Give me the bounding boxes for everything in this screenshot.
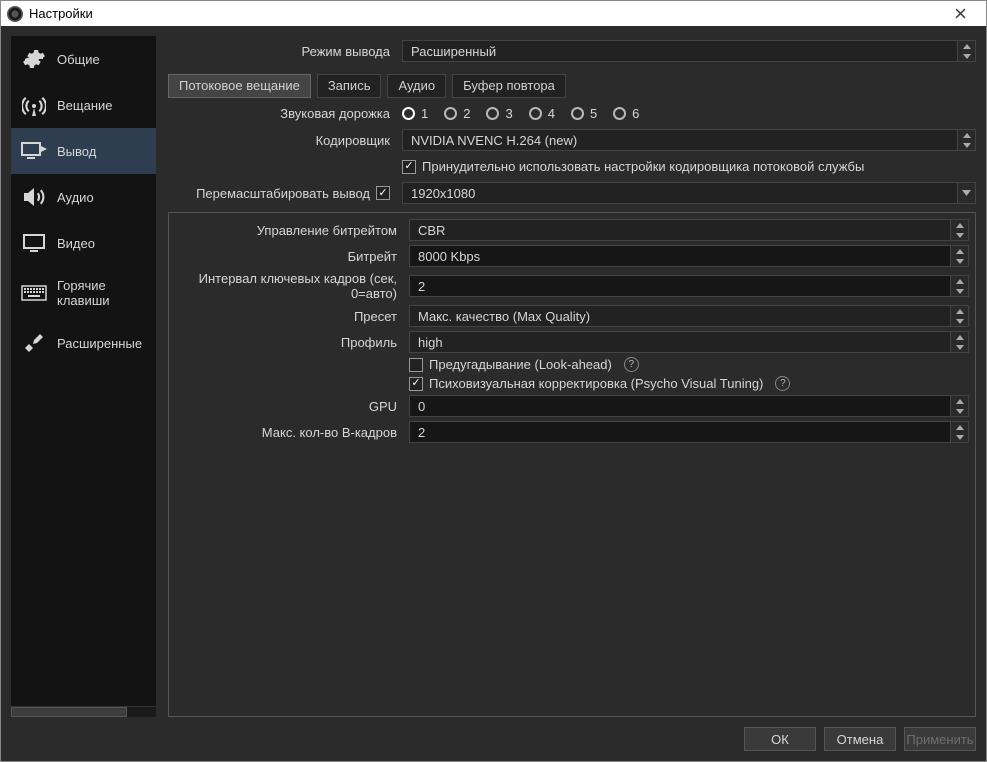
sidebar-item-label: Аудио [57,190,94,205]
bframes-input[interactable]: 2 [409,421,969,443]
sidebar-item-video[interactable]: Видео [11,220,156,266]
sidebar-item-label: Горячие клавиши [57,278,146,308]
tab-recording[interactable]: Запись [317,74,382,98]
keyboard-icon [21,282,47,304]
tab-streaming[interactable]: Потоковое вещание [168,74,311,98]
sidebar-item-label: Вывод [57,144,96,159]
obs-icon [7,6,23,22]
gpu-input[interactable]: 0 [409,395,969,417]
encoder-select[interactable]: NVIDIA NVENC H.264 (new) [402,129,976,151]
rate-control-select[interactable]: CBR [409,219,969,241]
psycho-visual-label: Психовизуальная корректировка (Psycho Vi… [429,376,763,391]
tab-replay-buffer[interactable]: Буфер повтора [452,74,566,98]
output-mode-label: Режим вывода [168,44,394,59]
lookahead-checkbox[interactable] [409,358,423,372]
cancel-button[interactable]: Отмена [824,727,896,751]
profile-select[interactable]: high [409,331,969,353]
track-radio-2[interactable]: 2 [444,106,470,121]
sidebar-scrollbar[interactable] [11,706,156,717]
track-radio-6[interactable]: 6 [613,106,639,121]
bframes-label: Макс. кол-во В-кадров [175,425,401,440]
output-mode-select[interactable]: Расширенный [402,40,976,62]
gear-icon [21,48,47,70]
gpu-label: GPU [175,399,401,414]
profile-label: Профиль [175,335,401,350]
output-icon [21,140,47,162]
encoder-label: Кодировщик [168,133,394,148]
sidebar-item-label: Вещание [57,98,113,113]
keyint-input[interactable]: 2 [409,275,969,297]
settings-window: Настройки Общие Вещание Вывод [0,0,987,762]
audio-track-radios: 1 2 3 4 5 6 [402,106,976,121]
window-title: Настройки [29,6,93,21]
psycho-visual-checkbox[interactable] [409,377,423,391]
audio-track-label: Звуковая дорожка [168,106,394,121]
preset-select[interactable]: Макс. качество (Max Quality) [409,305,969,327]
bitrate-label: Битрейт [175,249,401,264]
bitrate-input[interactable]: 8000 Kbps [409,245,969,267]
track-radio-1[interactable]: 1 [402,106,428,121]
keyint-label: Интервал ключевых кадров (сек, 0=авто) [175,271,401,301]
titlebar: Настройки [1,1,986,26]
rescale-label: Перемасштабировать вывод [196,186,370,201]
track-radio-5[interactable]: 5 [571,106,597,121]
sidebar-item-label: Расширенные [57,336,142,351]
lookahead-label: Предугадывание (Look-ahead) [429,357,612,372]
sidebar-item-hotkeys[interactable]: Горячие клавиши [11,266,156,320]
tools-icon [21,332,47,354]
output-tabs: Потоковое вещание Запись Аудио Буфер пов… [168,70,976,98]
tab-audio[interactable]: Аудио [387,74,446,98]
preset-label: Пресет [175,309,401,324]
sidebar-item-advanced[interactable]: Расширенные [11,320,156,366]
rescale-checkbox[interactable] [376,186,390,200]
enforce-encoder-label: Принудительно использовать настройки код… [422,159,864,174]
sidebar-item-audio[interactable]: Аудио [11,174,156,220]
content-pane: Режим вывода Расширенный Потоковое вещан… [156,36,976,717]
speaker-icon [21,186,47,208]
sidebar: Общие Вещание Вывод Аудио Видео [11,36,156,717]
track-radio-3[interactable]: 3 [486,106,512,121]
track-radio-4[interactable]: 4 [529,106,555,121]
rescale-select[interactable]: 1920x1080 [402,182,976,204]
enforce-encoder-checkbox[interactable] [402,160,416,174]
sidebar-item-output[interactable]: Вывод [11,128,156,174]
ok-button[interactable]: ОК [744,727,816,751]
dialog-footer: ОК Отмена Применить [1,717,986,761]
rate-control-label: Управление битрейтом [175,223,401,238]
sidebar-item-stream[interactable]: Вещание [11,82,156,128]
sidebar-item-label: Видео [57,236,95,251]
sidebar-item-label: Общие [57,52,100,67]
monitor-icon [21,232,47,254]
sidebar-item-general[interactable]: Общие [11,36,156,82]
help-icon[interactable]: ? [775,376,790,391]
client-area: Общие Вещание Вывод Аудио Видео [1,26,986,761]
encoder-settings-box: Управление битрейтом CBR Битрейт 8000 Kb… [168,212,976,717]
antenna-icon [21,94,47,116]
apply-button[interactable]: Применить [904,727,976,751]
help-icon[interactable]: ? [624,357,639,372]
close-button[interactable] [940,3,980,25]
